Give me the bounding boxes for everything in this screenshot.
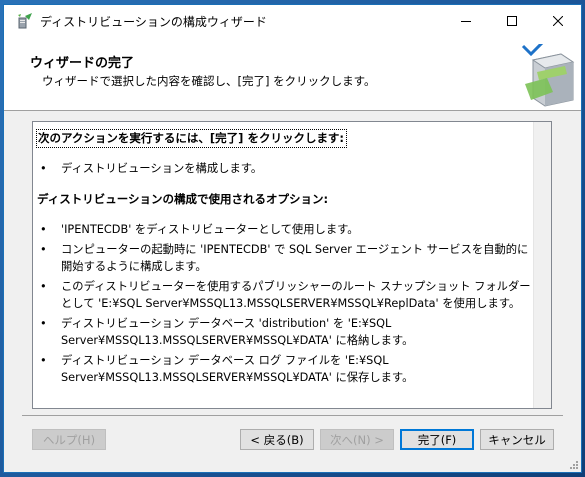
finish-button[interactable]: 完了(F) <box>400 429 474 450</box>
back-button[interactable]: < 戻る(B) <box>240 429 314 450</box>
bullet: • <box>40 317 47 330</box>
summary-heading-options: ディストリビューションの構成で使用されるオプション: <box>37 192 329 206</box>
button-separator <box>22 415 563 416</box>
list-item-text: 'IPENTECDB' をディストリビューターとして使用します。 <box>61 223 359 236</box>
vertical-scrollbar[interactable] <box>533 122 551 408</box>
wizard-header: ウィザードの完了 ウィザードで選択した内容を確認し、[完了] をクリックします。 <box>4 36 581 111</box>
list-item: • ディストリビューションを構成します。 <box>37 160 531 177</box>
list-item: • このディストリビューターを使用するパブリッシャーのルート スナップショット … <box>37 278 531 312</box>
title-bar[interactable]: ディストリビューションの構成ウィザード <box>4 5 581 36</box>
bullet: • <box>40 280 47 293</box>
page-subtitle: ウィザードで選択した内容を確認し、[完了] をクリックします。 <box>42 74 376 88</box>
maximize-button[interactable] <box>489 5 535 36</box>
list-item-text: ディストリビューションを構成します。 <box>61 162 263 175</box>
close-button[interactable] <box>535 5 581 36</box>
bullet: • <box>40 354 47 367</box>
list-item: • コンピューターの起動時に 'IPENTECDB' で SQL Server … <box>37 241 531 275</box>
list-item: • 'IPENTECDB' をディストリビューターとして使用します。 <box>37 221 531 238</box>
page-title: ウィザードの完了 <box>30 56 135 71</box>
minimize-button[interactable] <box>443 5 489 36</box>
close-icon <box>553 15 563 26</box>
window-title: ディストリビューションの構成ウィザード <box>40 15 267 29</box>
next-button[interactable]: 次へ(N) > <box>320 429 394 450</box>
list-item-text: コンピューターの起動時に 'IPENTECDB' で SQL Server エー… <box>61 243 529 273</box>
cancel-button[interactable]: キャンセル <box>480 429 554 450</box>
bullet: • <box>40 162 47 175</box>
summary-heading-actions: 次のアクションを実行するには、[完了] をクリックします: <box>35 129 348 148</box>
list-item-text: このディストリビューターを使用するパブリッシャーのルート スナップショット フォ… <box>61 280 531 310</box>
bullet: • <box>40 223 47 236</box>
maximize-icon <box>507 15 517 26</box>
minimize-icon <box>461 20 471 22</box>
list-item: • ディストリビューション データベース 'distribution' を 'E… <box>37 315 531 349</box>
help-button[interactable]: ヘルプ(H) <box>32 429 106 450</box>
list-item-text: ディストリビューション データベース ログ ファイルを 'E:¥SQL Serv… <box>61 354 414 384</box>
list-item-text: ディストリビューション データベース 'distribution' を 'E:¥… <box>61 317 414 347</box>
resize-grip-icon[interactable] <box>567 458 579 470</box>
server-checkmark-icon <box>517 40 575 108</box>
bullet: • <box>40 243 47 256</box>
list-item: • ディストリビューション データベース ログ ファイルを 'E:¥SQL Se… <box>37 352 531 386</box>
wizard-window: ディストリビューションの構成ウィザード ウィザードの完了 ウィザードで選択した内… <box>3 4 582 473</box>
summary-panel[interactable]: 次のアクションを実行するには、[完了] をクリックします: • ディストリビュー… <box>32 121 552 409</box>
wizard-app-icon <box>16 12 34 30</box>
